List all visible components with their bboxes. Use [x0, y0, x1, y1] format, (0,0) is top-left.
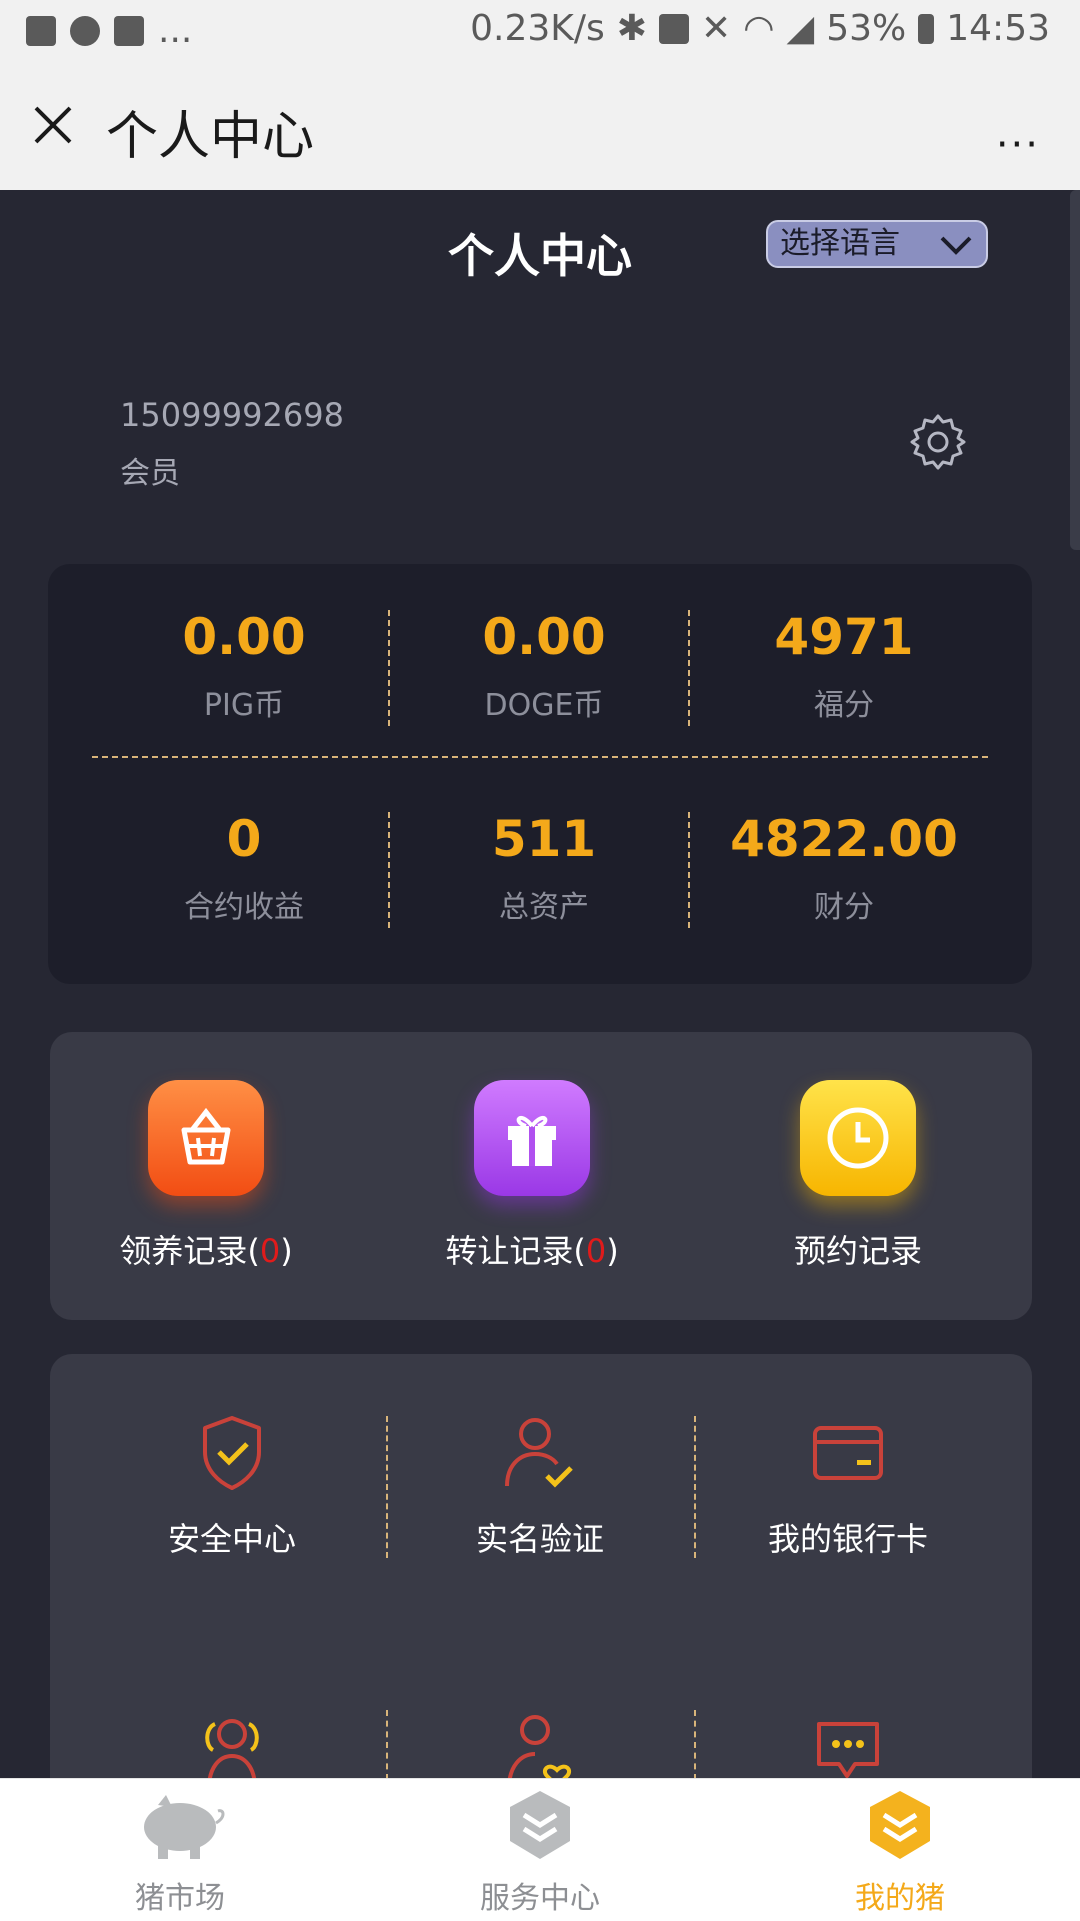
network-speed: 0.23K/s [470, 8, 605, 49]
pig-icon [144, 1795, 225, 1859]
stat-wealth-points: 4822.00 财分 [694, 810, 994, 926]
bank-card-icon [813, 1426, 883, 1480]
real-name-verification-label: 实名验证 [475, 1520, 604, 1558]
gear-icon[interactable] [908, 412, 968, 472]
stat-label: DOGE币 [484, 688, 604, 723]
stat-value: 0.00 [182, 608, 306, 666]
stat-contract-income: 0 合约收益 [94, 810, 394, 926]
stat-label: PIG币 [203, 688, 285, 723]
bottom-tab-bar: 猪市场 服务中心 我的猪 [0, 1778, 1080, 1921]
stat-value: 4822.00 [730, 810, 958, 868]
divider [92, 756, 988, 758]
gallery-icon [26, 15, 56, 46]
user-phone: 15099992698 [120, 396, 344, 434]
basket-icon [148, 1080, 264, 1196]
tab-service-center-label: 服务中心 [480, 1881, 600, 1916]
personal-center-page: 个人中心 选择语言 15099992698 会员 0.00 PIG币 0.00 … [0, 190, 1080, 1854]
divider [688, 610, 690, 726]
user-role: 会员 [120, 456, 180, 491]
tab-my-pig[interactable]: 我的猪 [750, 1787, 1050, 1917]
language-select-label: 选择语言 [780, 226, 900, 261]
status-notifications: ... [26, 10, 192, 51]
status-bar: ... 0.23K/s ✱ ✕ ◠ ◢ 53% 14:53 [0, 0, 1080, 64]
wifi-icon: ◠ [743, 8, 775, 49]
tab-pig-market-label: 猪市场 [135, 1881, 225, 1916]
reservation-records-button[interactable]: 预约记录 [708, 1080, 1008, 1272]
divider [688, 812, 690, 928]
bluetooth-icon: ✱ [616, 8, 647, 49]
security-center-button[interactable]: 安全中心 [82, 1412, 382, 1560]
divider [694, 1416, 696, 1558]
close-icon[interactable] [30, 102, 76, 148]
records-card: 领养记录(0) 转让记录(0) 预约记录 [50, 1032, 1032, 1320]
tab-service-center[interactable]: 服务中心 [390, 1787, 690, 1917]
stat-value: 511 [491, 810, 597, 868]
signal-icon: ◢ [786, 8, 815, 49]
stat-label: 福分 [814, 688, 874, 723]
divider [386, 1416, 388, 1558]
my-bank-card-button[interactable]: 我的银行卡 [698, 1412, 998, 1560]
nfc-icon [658, 13, 689, 44]
asset-stats-card: 0.00 PIG币 0.00 DOGE币 4971 福分 0 合约收益 511 … [48, 564, 1032, 984]
tab-pig-market[interactable]: 猪市场 [30, 1787, 330, 1917]
security-center-label: 安全中心 [167, 1520, 296, 1558]
stat-label: 总资产 [499, 890, 589, 925]
divider [388, 812, 390, 928]
nav-title: 个人中心 [106, 107, 315, 167]
battery-level: 53% [826, 8, 907, 49]
layers-icon [510, 1791, 570, 1859]
gift-icon [474, 1080, 590, 1196]
stat-label: 合约收益 [184, 890, 304, 925]
reservation-records-label: 预约记录 [793, 1232, 922, 1270]
layers-active-icon [870, 1791, 930, 1859]
user-check-icon [505, 1418, 573, 1488]
divider [694, 1710, 696, 1780]
tab-my-pig-label: 我的猪 [855, 1881, 945, 1916]
transfer-records-count: 0 [585, 1232, 607, 1270]
adoption-records-label: 领养记录 [119, 1232, 248, 1270]
stat-value: 4971 [774, 608, 914, 666]
language-select[interactable]: 选择语言 [766, 220, 988, 268]
message-notification-icon [114, 15, 144, 46]
more-options-icon[interactable]: ··· [996, 122, 1040, 168]
title-bar: 个人中心 ··· [0, 64, 1080, 191]
clock-icon [800, 1080, 916, 1196]
adoption-records-button[interactable]: 领养记录(0) [56, 1080, 356, 1272]
overflow-indicator: ... [158, 10, 193, 51]
stat-value: 0 [226, 810, 262, 868]
chevron-down-icon [940, 236, 972, 255]
stat-value: 0.00 [482, 608, 606, 666]
stat-pig-coin: 0.00 PIG币 [94, 608, 394, 724]
transfer-records-label: 转让记录 [445, 1232, 574, 1270]
divider [386, 1710, 388, 1780]
real-name-verification-button[interactable]: 实名验证 [390, 1412, 690, 1560]
wechat-icon [70, 15, 100, 46]
clock-time: 14:53 [946, 8, 1050, 49]
adoption-records-count: 0 [259, 1232, 281, 1270]
stat-label: 财分 [814, 890, 874, 925]
battery-icon [918, 13, 935, 44]
status-system: 0.23K/s ✱ ✕ ◠ ◢ 53% 14:53 [470, 8, 1050, 49]
stat-fortune-points: 4971 福分 [694, 608, 994, 724]
stat-total-assets: 511 总资产 [394, 810, 694, 926]
mute-icon: ✕ [700, 8, 732, 49]
stat-doge-coin: 0.00 DOGE币 [394, 608, 694, 724]
divider [388, 610, 390, 726]
transfer-records-button[interactable]: 转让记录(0) [382, 1080, 682, 1272]
shield-check-icon [203, 1416, 261, 1490]
my-bank-card-label: 我的银行卡 [767, 1520, 928, 1558]
